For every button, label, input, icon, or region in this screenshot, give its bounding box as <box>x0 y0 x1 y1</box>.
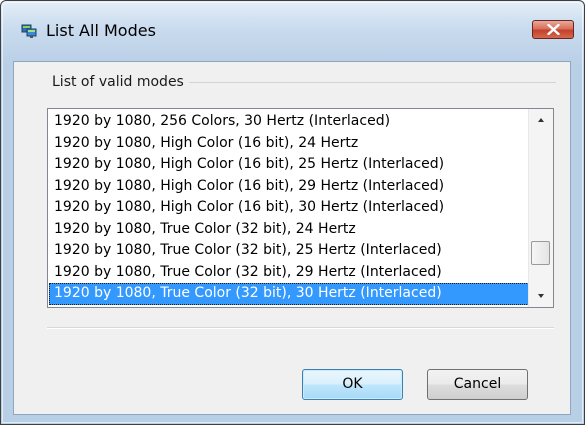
scroll-up-arrow-icon <box>538 118 544 122</box>
dialog-title: List All Modes <box>46 21 156 40</box>
dialog-client-area: List of valid modes 1920 by 1080, 256 Co… <box>13 61 571 415</box>
list-item[interactable]: 1920 by 1080, High Color (16 bit), 25 He… <box>49 154 529 176</box>
dialog-window: List All Modes List of valid modes 1920 … <box>0 0 585 425</box>
ok-button[interactable]: OK <box>302 369 403 400</box>
monitor-settings-icon <box>21 23 37 38</box>
list-item[interactable]: 1920 by 1080, 256 Colors, 30 Hertz (Inte… <box>49 111 529 133</box>
scroll-thumb[interactable] <box>531 241 550 265</box>
close-icon <box>547 24 560 35</box>
modes-list: 1920 by 1080, 256 Colors, 30 Hertz (Inte… <box>49 111 529 305</box>
title-bar[interactable]: List All Modes <box>1 1 584 63</box>
list-item[interactable]: 1920 by 1080, True Color (32 bit), 29 He… <box>49 262 529 284</box>
scroll-up-button[interactable] <box>529 109 553 131</box>
modes-listbox[interactable]: 1920 by 1080, 256 Colors, 30 Hertz (Inte… <box>47 108 554 308</box>
scroll-down-button[interactable] <box>529 285 553 307</box>
list-item[interactable]: 1920 by 1080, High Color (16 bit), 24 He… <box>49 133 529 155</box>
button-separator <box>47 327 554 329</box>
group-label: List of valid modes <box>52 74 184 90</box>
close-button[interactable] <box>532 20 574 39</box>
list-item[interactable]: 1920 by 1080, True Color (32 bit), 25 He… <box>49 240 529 262</box>
scroll-down-arrow-icon <box>538 294 544 298</box>
list-item[interactable]: 1920 by 1080, High Color (16 bit), 29 He… <box>49 176 529 198</box>
list-item[interactable]: 1920 by 1080, High Color (16 bit), 30 He… <box>49 197 529 219</box>
list-item[interactable]: 1920 by 1080, True Color (32 bit), 24 He… <box>49 219 529 241</box>
vertical-scrollbar[interactable] <box>528 109 553 307</box>
group-divider <box>189 82 556 83</box>
cancel-button[interactable]: Cancel <box>427 369 528 400</box>
list-item-selected[interactable]: 1920 by 1080, True Color (32 bit), 30 He… <box>49 283 529 305</box>
